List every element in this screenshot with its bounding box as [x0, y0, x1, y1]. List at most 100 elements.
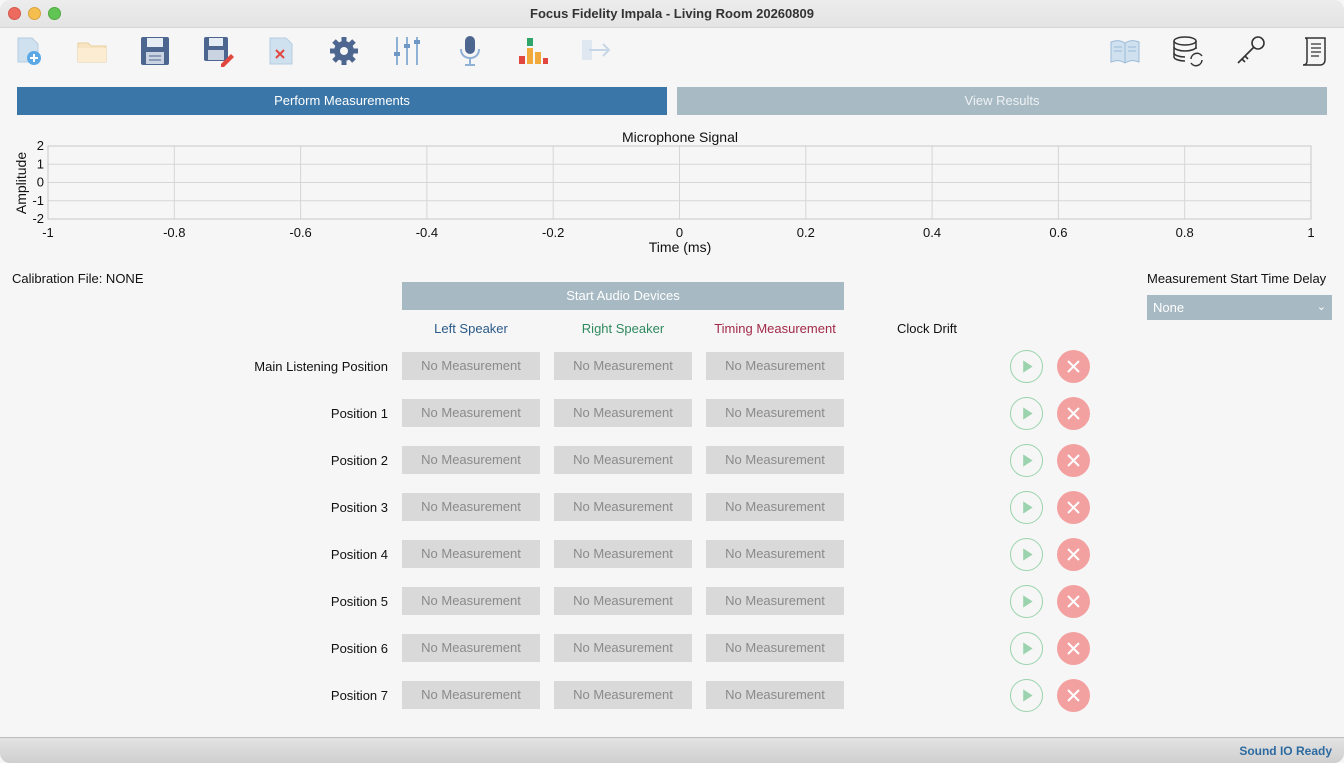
timing-measurement[interactable]: No Measurement [706, 399, 844, 427]
close-icon [1057, 491, 1090, 524]
start-time-delay-select[interactable]: None ⌄ [1147, 295, 1332, 320]
new-document-icon[interactable] [12, 34, 46, 68]
play-measurement-button[interactable] [1010, 397, 1043, 430]
start-time-delay-label: Measurement Start Time Delay [1147, 271, 1327, 286]
microphone-signal-chart: Microphone Signal -1 -0.8 -0.6 -0.4 -0.2 0 0.2… [13, 129, 1315, 255]
y-tick-label: -1 [32, 193, 44, 208]
close-icon [1057, 632, 1090, 665]
left-speaker-measurement[interactable]: No Measurement [402, 681, 540, 709]
delete-measurement-button[interactable] [1057, 679, 1090, 712]
right-speaker-measurement[interactable]: No Measurement [554, 587, 692, 615]
export-arrow-icon[interactable] [579, 34, 613, 68]
position-label: Main Listening Position [254, 359, 388, 374]
position-label: Position 2 [330, 453, 388, 468]
timing-measurement[interactable]: No Measurement [706, 540, 844, 568]
settings-gear-icon[interactable] [327, 34, 361, 68]
column-header-right-speaker: Right Speaker [581, 321, 665, 336]
close-icon [1057, 350, 1090, 383]
y-tick-label: 0 [37, 175, 44, 190]
y-tick-label: -2 [32, 211, 44, 226]
timing-measurement[interactable]: No Measurement [706, 634, 844, 662]
position-row: Position 1 No Measurement No Measurement No… [0, 397, 1344, 430]
microphone-icon[interactable] [453, 34, 487, 68]
left-speaker-measurement[interactable]: No Measurement [402, 587, 540, 615]
license-key-icon[interactable] [1234, 34, 1268, 68]
timing-measurement[interactable]: No Measurement [706, 352, 844, 380]
manual-book-icon[interactable] [1108, 34, 1142, 68]
play-measurement-button[interactable] [1010, 632, 1043, 665]
delete-measurement-button[interactable] [1057, 491, 1090, 524]
chart-title: Microphone Signal [622, 129, 738, 145]
timing-measurement[interactable]: No Measurement [706, 493, 844, 521]
x-tick-label: 0.6 [1049, 225, 1067, 240]
position-row: Position 3 No Measurement No Measurement No… [0, 491, 1344, 524]
close-document-icon[interactable] [264, 34, 298, 68]
title-bar: Focus Fidelity Impala - Living Room 2026… [0, 0, 1344, 28]
right-speaker-measurement[interactable]: No Measurement [554, 399, 692, 427]
delete-measurement-button[interactable] [1057, 585, 1090, 618]
database-sync-icon[interactable] [1171, 34, 1205, 68]
position-row: Position 7 No Measurement No Measurement No… [0, 679, 1344, 712]
play-measurement-button[interactable] [1010, 350, 1043, 383]
left-speaker-measurement[interactable]: No Measurement [402, 352, 540, 380]
play-icon [1011, 633, 1042, 664]
x-tick-label: 0.8 [1176, 225, 1194, 240]
timing-measurement[interactable]: No Measurement [706, 446, 844, 474]
left-speaker-measurement[interactable]: No Measurement [402, 446, 540, 474]
position-row: Position 4 No Measurement No Measurement No… [0, 538, 1344, 571]
x-tick-label: 1 [1307, 225, 1314, 240]
x-tick-label: 0 [676, 225, 683, 240]
left-speaker-measurement[interactable]: No Measurement [402, 540, 540, 568]
left-speaker-measurement[interactable]: No Measurement [402, 399, 540, 427]
right-speaker-measurement[interactable]: No Measurement [554, 540, 692, 568]
delete-measurement-button[interactable] [1057, 632, 1090, 665]
calibration-file-label: Calibration File: NONE [12, 271, 144, 286]
y-tick-label: 2 [37, 138, 44, 153]
delete-measurement-button[interactable] [1057, 444, 1090, 477]
play-measurement-button[interactable] [1010, 491, 1043, 524]
position-row: Position 6 No Measurement No Measurement No… [0, 632, 1344, 665]
open-folder-icon[interactable] [75, 34, 109, 68]
left-speaker-measurement[interactable]: No Measurement [402, 493, 540, 521]
right-speaker-measurement[interactable]: No Measurement [554, 352, 692, 380]
y-tick-label: 1 [37, 156, 44, 171]
x-tick-label: 0.4 [923, 225, 941, 240]
tab-perform-measurements[interactable]: Perform Measurements [17, 87, 667, 115]
x-tick-label: -1 [42, 225, 54, 240]
right-speaker-measurement[interactable]: No Measurement [554, 681, 692, 709]
play-measurement-button[interactable] [1010, 444, 1043, 477]
script-scroll-icon[interactable] [1297, 34, 1331, 68]
tab-view-results[interactable]: View Results [677, 87, 1327, 115]
x-tick-label: -0.6 [289, 225, 311, 240]
close-icon [1057, 444, 1090, 477]
column-header-clock-drift: Clock Drift [897, 321, 957, 336]
position-label: Position 5 [330, 594, 388, 609]
x-axis-label: Time (ms) [649, 239, 711, 255]
right-speaker-measurement[interactable]: No Measurement [554, 634, 692, 662]
position-label: Position 4 [330, 547, 388, 562]
play-icon [1011, 492, 1042, 523]
window-title: Focus Fidelity Impala - Living Room 2026… [530, 6, 814, 21]
status-text: Sound IO Ready [1239, 744, 1332, 758]
save-icon[interactable] [138, 34, 172, 68]
right-speaker-measurement[interactable]: No Measurement [554, 493, 692, 521]
play-measurement-button[interactable] [1010, 585, 1043, 618]
position-row: Position 5 No Measurement No Measurement No… [0, 585, 1344, 618]
play-icon [1011, 351, 1042, 382]
level-meter-icon[interactable] [516, 34, 550, 68]
timing-measurement[interactable]: No Measurement [706, 681, 844, 709]
delete-measurement-button[interactable] [1057, 538, 1090, 571]
delete-measurement-button[interactable] [1057, 397, 1090, 430]
play-measurement-button[interactable] [1010, 679, 1043, 712]
delete-measurement-button[interactable] [1057, 350, 1090, 383]
play-icon [1011, 539, 1042, 570]
timing-measurement[interactable]: No Measurement [706, 587, 844, 615]
right-speaker-measurement[interactable]: No Measurement [554, 446, 692, 474]
mixer-sliders-icon[interactable] [390, 34, 424, 68]
start-audio-devices-button[interactable]: Start Audio Devices [402, 282, 844, 310]
play-measurement-button[interactable] [1010, 538, 1043, 571]
left-speaker-measurement[interactable]: No Measurement [402, 634, 540, 662]
close-icon [1057, 585, 1090, 618]
column-header-timing-measurement: Timing Measurement [714, 321, 836, 336]
save-as-icon[interactable] [201, 34, 235, 68]
